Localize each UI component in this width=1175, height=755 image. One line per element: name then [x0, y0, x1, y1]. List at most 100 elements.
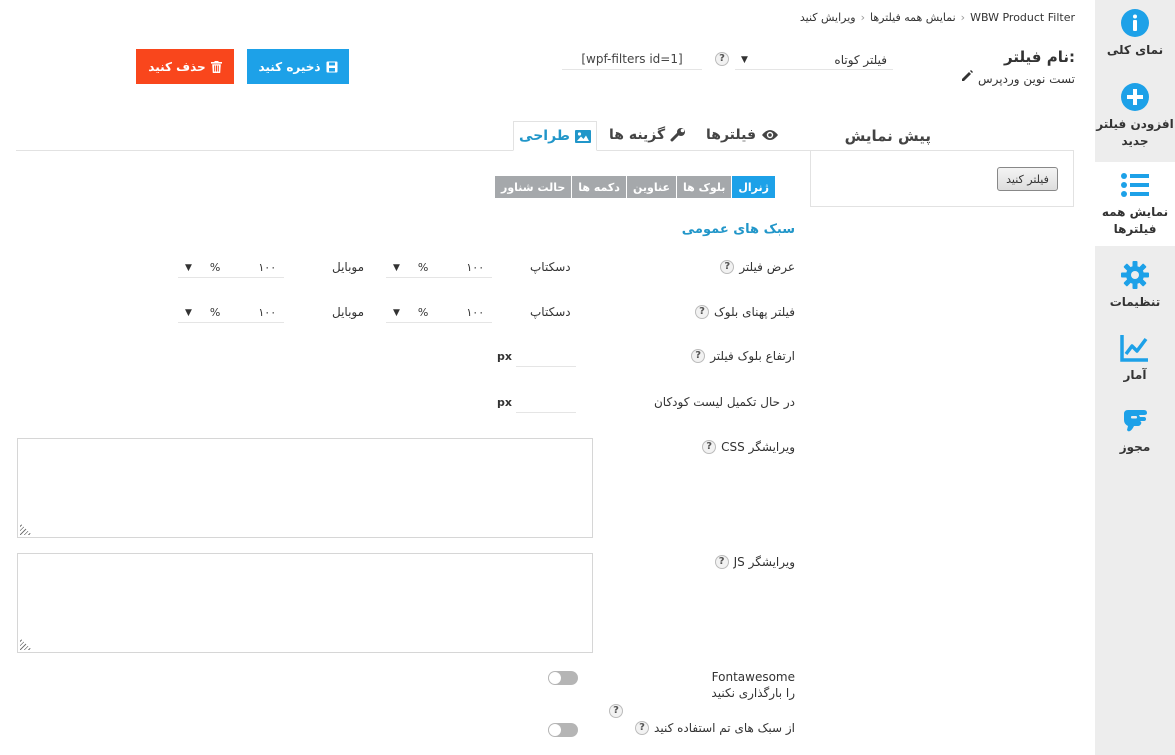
- chart-line-icon: [1120, 335, 1148, 362]
- tab-options-label: گزینه ها: [609, 127, 666, 143]
- children-list-text: در حال تکمیل لیست کودکان: [653, 395, 795, 409]
- mobile-width-value: ۱۰۰: [258, 261, 277, 274]
- chevron-down-icon: ▼: [185, 262, 192, 273]
- breadcrumb-all-filters-link[interactable]: نمایش همه فیلترها: [870, 11, 956, 24]
- help-icon[interactable]: ?: [702, 440, 717, 454]
- block-width-mobile-select[interactable]: ▼ % ۱۰۰: [178, 303, 284, 323]
- hand-icon: [1124, 410, 1147, 432]
- tab-design[interactable]: طراحی: [513, 121, 597, 151]
- fontawesome-toggle[interactable]: [548, 671, 578, 685]
- sidebar-item-all-filters[interactable]: نمایش همه فیلترها: [1095, 162, 1175, 246]
- mobile-width-value: ۱۰۰: [258, 306, 277, 319]
- children-list-input[interactable]: [516, 393, 576, 413]
- sidebar-item-label: آمار: [1123, 368, 1147, 382]
- subtab-titles[interactable]: عناوین: [626, 176, 676, 198]
- chevron-down-icon: ▼: [393, 307, 400, 318]
- css-editor-textarea[interactable]: [17, 438, 593, 538]
- tab-filters-label: فیلترها: [706, 127, 756, 143]
- pencil-icon[interactable]: [960, 69, 974, 83]
- breadcrumb-plugin-link[interactable]: WBW Product Filter: [970, 11, 1075, 24]
- filter-name[interactable]: تست نوین وردپرس: [956, 69, 1075, 86]
- subtab-general[interactable]: ژنرال: [732, 176, 775, 198]
- fontawesome-label-line1: Fontawesome: [711, 670, 795, 684]
- chevron-down-icon: ▼: [393, 262, 400, 273]
- help-icon[interactable]: ?: [715, 52, 729, 66]
- px-unit-label: px: [497, 396, 512, 409]
- fontawesome-label-line2: را بارگذاری نکنید: [711, 686, 795, 700]
- help-icon[interactable]: ?: [635, 721, 650, 735]
- block-width-text: فیلتر پهنای بلوک: [714, 305, 795, 319]
- resize-handle[interactable]: [20, 638, 32, 650]
- block-width-desktop-select[interactable]: ▼ % ۱۰۰: [386, 303, 492, 323]
- sidebar-item-label: نمای کلی: [1106, 43, 1164, 57]
- sidebar-item-label: تنظیمات: [1109, 295, 1161, 309]
- wrench-icon: [670, 128, 686, 142]
- css-editor-label: ویرایشگر CSS ?: [702, 440, 795, 454]
- sidebar-item-label: افزودن فیلتر جدید: [1096, 117, 1174, 148]
- sidebar-item-overview[interactable]: نمای کلی: [1095, 8, 1175, 72]
- filter-name-label: نام فیلتر:: [1003, 48, 1075, 66]
- help-icon[interactable]: ?: [714, 555, 729, 569]
- filter-type-select[interactable]: فیلتر کوتاه ▼: [735, 50, 893, 70]
- design-subtabs: ژنرال بلوک ها عناوین دکمه ها حالت شناور: [495, 176, 775, 198]
- filter-type-value: فیلتر کوتاه: [834, 52, 887, 67]
- plus-circle-icon: [1121, 83, 1149, 111]
- desktop-width-value: ۱۰۰: [466, 306, 485, 319]
- sidebar-item-license[interactable]: مجوز: [1095, 405, 1175, 461]
- children-list-label: در حال تکمیل لیست کودکان: [654, 395, 795, 409]
- preview-panel: فیلتر کنید: [810, 150, 1074, 207]
- list-icon: [1121, 173, 1149, 197]
- tab-design-label: طراحی: [519, 128, 570, 144]
- sidebar-item-settings[interactable]: تنظیمات: [1095, 260, 1175, 320]
- theme-styles-text: از سبک های تم استفاده کنید: [654, 721, 795, 735]
- filter-width-mobile-select[interactable]: ▼ % ۱۰۰: [178, 258, 284, 278]
- delete-button[interactable]: حذف کنید: [136, 49, 234, 84]
- breadcrumb: WBW Product Filter ‹ نمایش همه فیلترها ‹ ویر…: [800, 11, 1075, 24]
- section-title: سبک های عمومی: [681, 222, 795, 237]
- desktop-width-value: ۱۰۰: [466, 261, 485, 274]
- px-unit-label: px: [497, 350, 512, 363]
- desktop-label: دسکتاپ: [530, 260, 571, 274]
- filter-width-label: عرض فیلتر ?: [720, 260, 795, 274]
- js-editor-text: ویرایشگر JS: [733, 555, 795, 569]
- fontawesome-label: Fontawesome را بارگذاری نکنید ?: [609, 669, 795, 718]
- main-content: WBW Product Filter ‹ نمایش همه فیلترها ‹ ویر…: [0, 0, 1095, 755]
- mobile-label: موبایل: [332, 260, 365, 274]
- tab-filters[interactable]: فیلترها: [706, 127, 779, 143]
- js-editor-label: ویرایشگر JS ?: [714, 555, 795, 569]
- block-height-text: ارتفاع بلوک فیلتر: [710, 349, 795, 363]
- preview-filter-button[interactable]: فیلتر کنید: [997, 167, 1058, 191]
- theme-styles-toggle[interactable]: [548, 723, 578, 737]
- breadcrumb-separator: ‹: [960, 11, 966, 24]
- help-icon[interactable]: ?: [695, 305, 709, 319]
- subtab-blocks[interactable]: بلوک ها: [676, 176, 732, 198]
- theme-styles-label: از سبک های تم استفاده کنید ?: [635, 721, 795, 735]
- floppy-icon: [326, 61, 338, 72]
- gear-icon: [1121, 261, 1149, 289]
- shortcode-field[interactable]: [wpf-filters id=1]: [562, 50, 702, 70]
- block-height-input[interactable]: [516, 347, 576, 367]
- help-icon[interactable]: ?: [720, 260, 735, 274]
- subtab-floating-mode[interactable]: حالت شناور: [495, 176, 572, 198]
- unit-value: %: [209, 306, 221, 319]
- sidebar-item-add-filter[interactable]: افزودن فیلتر جدید: [1095, 82, 1175, 160]
- tab-options[interactable]: گزینه ها: [609, 127, 686, 143]
- help-icon[interactable]: ?: [609, 704, 623, 718]
- sidebar-item-stats[interactable]: آمار: [1095, 333, 1175, 389]
- filter-name-value: تست نوین وردپرس: [977, 72, 1075, 86]
- save-label: ذخیره کنید: [258, 59, 321, 74]
- info-icon: [1121, 9, 1149, 37]
- filter-width-desktop-select[interactable]: ▼ % ۱۰۰: [386, 258, 492, 278]
- save-button[interactable]: ذخیره کنید: [247, 49, 349, 84]
- block-width-label: فیلتر پهنای بلوک ?: [695, 305, 795, 319]
- eye-icon: [761, 130, 778, 140]
- image-icon: [574, 129, 591, 143]
- help-icon[interactable]: ?: [691, 349, 706, 363]
- filter-width-text: عرض فیلتر: [739, 260, 795, 274]
- resize-handle[interactable]: [20, 523, 32, 535]
- subtab-buttons[interactable]: دکمه ها: [572, 176, 626, 198]
- breadcrumb-separator: ‹: [860, 11, 865, 24]
- chevron-down-icon: ▼: [741, 54, 748, 65]
- js-editor-textarea[interactable]: [17, 553, 593, 653]
- desktop-label: دسکتاپ: [530, 305, 571, 319]
